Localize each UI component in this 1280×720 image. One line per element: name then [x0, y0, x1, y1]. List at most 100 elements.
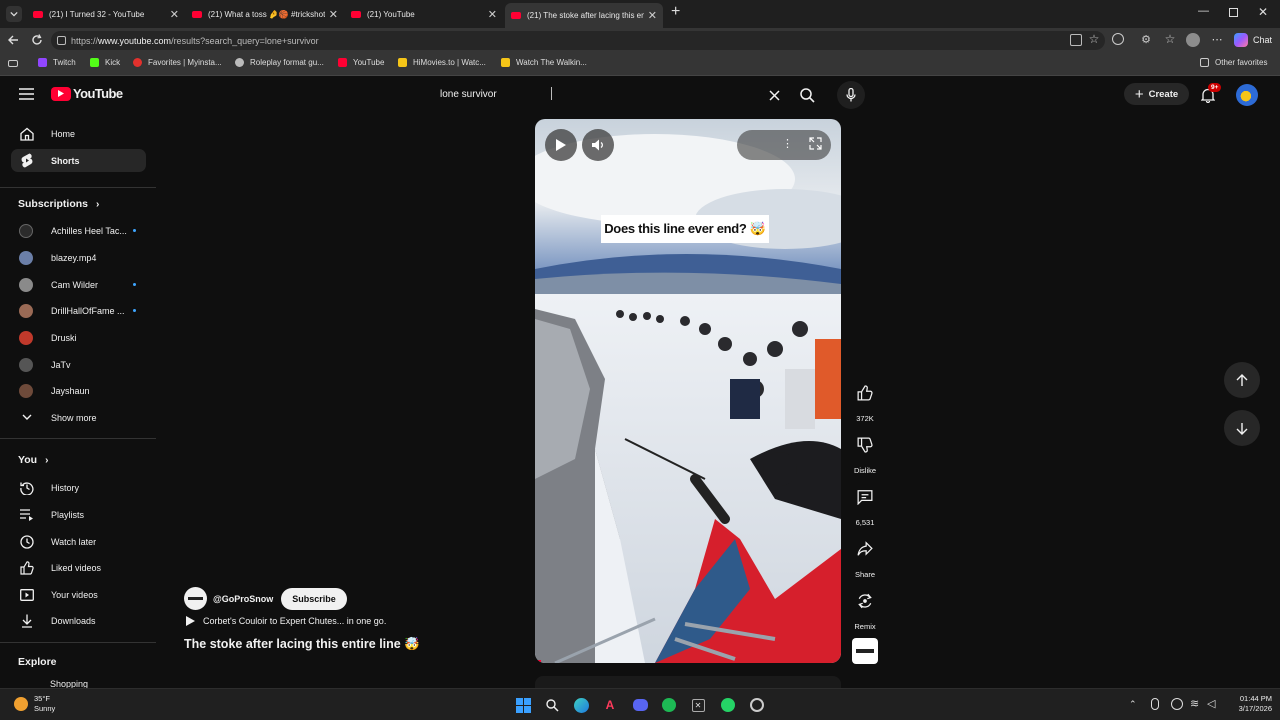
share-button[interactable]: Share — [848, 532, 882, 579]
you-heading[interactable]: You › — [18, 454, 48, 466]
sidebar-item-subscription[interactable]: blazey.mp4 — [11, 246, 146, 269]
account-avatar[interactable] — [1236, 84, 1258, 106]
sound-thumbnail[interactable] — [852, 638, 878, 664]
browser-tab-1[interactable]: (21) I Turned 32 - YouTube ✕ — [27, 3, 185, 25]
sidebar-item-your-videos[interactable]: Your videos — [11, 583, 146, 606]
sidebar-item-shorts[interactable]: Shorts — [11, 149, 146, 172]
discord-icon[interactable] — [630, 695, 650, 715]
youtube-favicon-icon — [192, 10, 202, 18]
sidebar-item-history[interactable]: History — [11, 476, 146, 499]
sidebar-item-subscription[interactable]: DrillHallOfFame ... — [11, 299, 146, 322]
sidebar-item-subscription[interactable]: JaTv — [11, 353, 146, 376]
bookmark-walking-dead[interactable]: Watch The Walkin... — [501, 58, 587, 67]
sidebar-item-liked-videos[interactable]: Liked videos — [11, 556, 146, 579]
remix-button[interactable]: Remix — [848, 584, 882, 631]
close-tab-icon[interactable]: ✕ — [648, 9, 657, 22]
speaker-icon[interactable]: ◁ — [1207, 697, 1215, 710]
channel-avatar[interactable] — [184, 587, 207, 610]
other-favorites[interactable]: Other favorites — [1200, 58, 1267, 67]
short-title: The stoke after lacing this entire line … — [184, 637, 420, 651]
guide-sidebar: Home Shorts Subscriptions › Achilles Hee… — [0, 113, 160, 688]
bookmark-kick[interactable]: Kick — [90, 58, 120, 67]
weather-widget[interactable]: 35°F Sunny — [34, 694, 55, 714]
copilot-icon[interactable] — [1234, 33, 1248, 47]
sidebar-item-playlists[interactable]: Playlists — [11, 503, 146, 526]
reading-view-icon[interactable] — [8, 60, 18, 67]
fullscreen-icon[interactable] — [809, 137, 822, 150]
previous-short-button[interactable] — [1224, 362, 1260, 398]
show-more-label: Show more — [51, 412, 97, 423]
maximize-window-icon[interactable] — [1229, 8, 1238, 17]
subscribe-button[interactable]: Subscribe — [281, 587, 347, 610]
browser-tab-2[interactable]: (21) What a toss 🤌🏀 #trickshot ✕ — [186, 3, 344, 25]
tab-actions-chevron-icon[interactable] — [6, 6, 22, 22]
system-clock[interactable]: 01:44 PM 3/17/2026 — [1222, 694, 1272, 714]
chat-label[interactable]: Chat — [1253, 35, 1272, 45]
close-tab-icon[interactable]: ✕ — [488, 8, 497, 21]
back-arrow-icon[interactable] — [6, 33, 20, 47]
youtube-logo[interactable]: YouTube — [51, 86, 123, 101]
sidebar-item-shopping[interactable]: Shopping — [50, 679, 88, 688]
new-tab-button[interactable]: + — [671, 3, 680, 21]
close-tab-icon[interactable]: ✕ — [170, 8, 179, 21]
favorite-star-icon[interactable]: ☆ — [1087, 32, 1101, 46]
show-hidden-icons-chevron-icon[interactable]: ⌃ — [1129, 699, 1137, 710]
show-more-button[interactable]: Show more — [11, 406, 146, 429]
address-bar[interactable]: https://www.youtube.com/results?search_q… — [51, 31, 1105, 50]
excel-icon[interactable]: ✕ — [688, 695, 708, 715]
sidebar-item-subscription[interactable]: Druski — [11, 326, 146, 349]
microphone-icon[interactable] — [1151, 698, 1159, 710]
hamburger-menu-icon[interactable] — [18, 87, 34, 101]
browser-tab-4-active[interactable]: (21) The stoke after lacing this enti ✕ — [505, 3, 663, 28]
minimize-window-icon[interactable]: — — [1198, 5, 1209, 17]
site-info-icon[interactable] — [57, 36, 66, 45]
channel-handle[interactable]: @GoProSnow — [213, 594, 273, 604]
close-tab-icon[interactable]: ✕ — [329, 8, 338, 21]
taskbar-search-icon[interactable] — [542, 695, 562, 715]
more-options-icon[interactable]: ⋮ — [782, 137, 793, 150]
refresh-extension-icon[interactable] — [1112, 33, 1124, 45]
extensions-icon[interactable]: ⚙ — [1140, 33, 1152, 46]
sidebar-item-subscription[interactable]: Jayshaun — [11, 379, 146, 402]
reload-icon[interactable] — [30, 33, 44, 47]
favorites-icon[interactable]: ☆ — [1163, 32, 1177, 46]
close-window-icon[interactable]: ✕ — [1258, 5, 1268, 19]
more-menu-icon[interactable]: ⋯ — [1210, 32, 1224, 46]
play-button-icon[interactable] — [545, 129, 577, 161]
browser-tab-3[interactable]: (21) YouTube ✕ — [345, 3, 503, 25]
settings-gear-icon[interactable] — [747, 695, 767, 715]
profile-avatar[interactable] — [1186, 33, 1200, 47]
voice-search-icon[interactable] — [837, 81, 865, 109]
windows-start-icon[interactable] — [513, 695, 533, 715]
network-icon[interactable] — [1171, 698, 1183, 710]
volume-icon[interactable] — [582, 129, 614, 161]
short-video-player[interactable]: ⋮ — [535, 119, 841, 663]
search-icon[interactable] — [798, 86, 816, 104]
playlist-link[interactable]: Corbet's Couloir to Expert Chutes... in … — [186, 616, 386, 626]
sidebar-item-watch-later[interactable]: Watch later — [11, 530, 146, 553]
adobe-app-icon[interactable]: A — [600, 695, 620, 715]
bookmark-youtube[interactable]: YouTube — [338, 58, 384, 67]
spotify-icon[interactable] — [659, 695, 679, 715]
sidebar-item-home[interactable]: Home — [11, 122, 146, 145]
wifi-icon[interactable]: ≋ — [1190, 697, 1199, 710]
sidebar-item-subscription[interactable]: Cam Wilder — [11, 273, 146, 296]
bookmark-myinsta[interactable]: Favorites | Myinsta... — [133, 58, 222, 67]
clear-search-icon[interactable] — [766, 87, 782, 103]
next-short-button[interactable] — [1224, 410, 1260, 446]
sidebar-item-downloads[interactable]: Downloads — [11, 609, 146, 632]
whatsapp-icon[interactable] — [718, 695, 738, 715]
bookmark-roleplay[interactable]: Roleplay format gu... — [235, 58, 324, 67]
like-button[interactable]: 372K — [848, 376, 882, 423]
dislike-button[interactable]: Dislike — [848, 428, 882, 475]
bookmark-himovies[interactable]: HiMovies.to | Watc... — [398, 58, 486, 67]
notifications-bell-icon[interactable]: 9+ — [1199, 83, 1222, 104]
app-available-icon[interactable] — [1070, 34, 1082, 46]
sidebar-item-subscription[interactable]: Achilles Heel Tac... — [11, 219, 146, 242]
bookmark-twitch[interactable]: Twitch — [38, 58, 76, 67]
subscriptions-heading[interactable]: Subscriptions › — [18, 198, 99, 210]
search-input[interactable]: lone survivor — [427, 82, 793, 106]
comments-button[interactable]: 6,531 — [848, 480, 882, 527]
edge-browser-icon[interactable] — [571, 695, 591, 715]
create-button[interactable]: + Create — [1124, 83, 1189, 105]
